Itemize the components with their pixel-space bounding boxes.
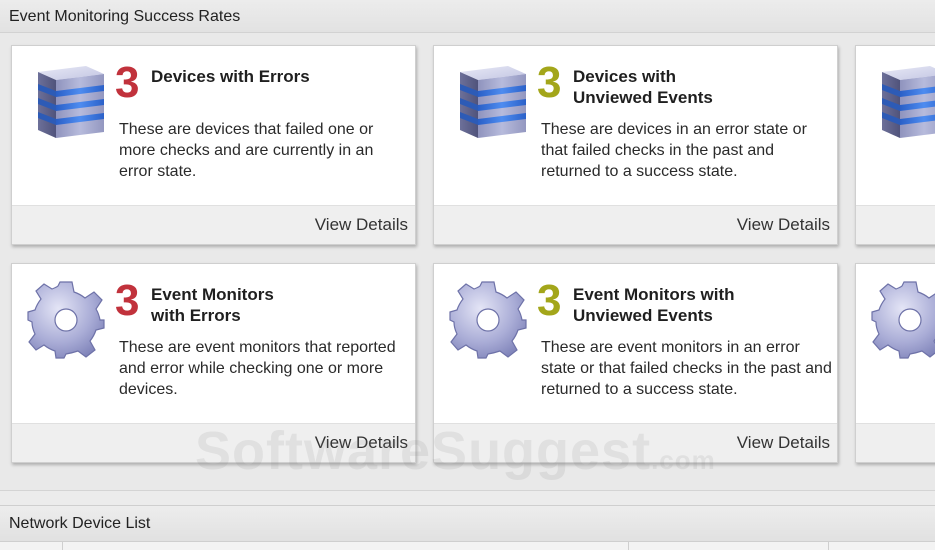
card-title-line2: Unviewed Events [573,88,713,107]
gear-icon [24,278,108,362]
card-footer: View Details [434,423,837,462]
card-count: 3 [537,58,562,107]
card-title-line2: with Errors [151,306,241,325]
card-title: Event Monitors with Errors [151,284,401,326]
card-description: These are devices that failed one or mor… [119,121,374,180]
card-partial-top [855,45,935,245]
column-divider[interactable] [62,542,63,550]
card-title: Devices with Unviewed Events [573,66,823,108]
card-count: 3 [115,58,140,107]
card-footer: View Details [12,205,415,244]
card-footer: View Details [434,205,837,244]
column-divider[interactable] [628,542,629,550]
card-description: These are event monitors that reported a… [119,339,396,398]
event-monitoring-panel: Event Monitoring Success Rates 3 Devices… [0,0,935,491]
server-icon [24,60,108,144]
card-devices-with-errors: 3 Devices with Errors These are devices … [11,45,416,245]
gear-icon [446,278,530,362]
card-title: Event Monitors with Unviewed Events [573,284,823,326]
card-description: These are devices in an error state or t… [541,121,807,180]
card-title-line2: Unviewed Events [573,306,713,325]
card-count: 3 [115,276,140,325]
view-details-link[interactable]: View Details [737,215,830,235]
panel-title: Event Monitoring Success Rates [0,0,935,33]
view-details-link[interactable]: View Details [315,433,408,453]
card-title-line1: Devices with [573,67,676,86]
server-icon [446,60,530,144]
card-description: These are event monitors in an error sta… [541,339,832,398]
card-event-monitors-with-errors: 3 Event Monitors with Errors These are e… [11,263,416,463]
view-details-link[interactable]: View Details [737,433,830,453]
card-event-monitors-with-unviewed-events: 3 Event Monitors with Unviewed Events Th… [433,263,838,463]
card-partial-bottom [855,263,935,463]
network-device-list-header: Network Device List [0,505,935,542]
card-footer: View Details [12,423,415,462]
card-title-line1: Devices with Errors [151,67,310,86]
card-footer [856,205,935,244]
view-details-link[interactable]: View Details [315,215,408,235]
card-footer [856,423,935,462]
server-icon [868,60,935,144]
card-devices-with-unviewed-events: 3 Devices with Unviewed Events These are… [433,45,838,245]
card-title-line1: Event Monitors with [573,285,735,304]
column-divider[interactable] [828,542,829,550]
device-table-header-strip [0,542,935,550]
card-count: 3 [537,276,562,325]
card-title-line1: Event Monitors [151,285,274,304]
gear-icon [868,278,935,362]
card-title: Devices with Errors [151,66,401,87]
